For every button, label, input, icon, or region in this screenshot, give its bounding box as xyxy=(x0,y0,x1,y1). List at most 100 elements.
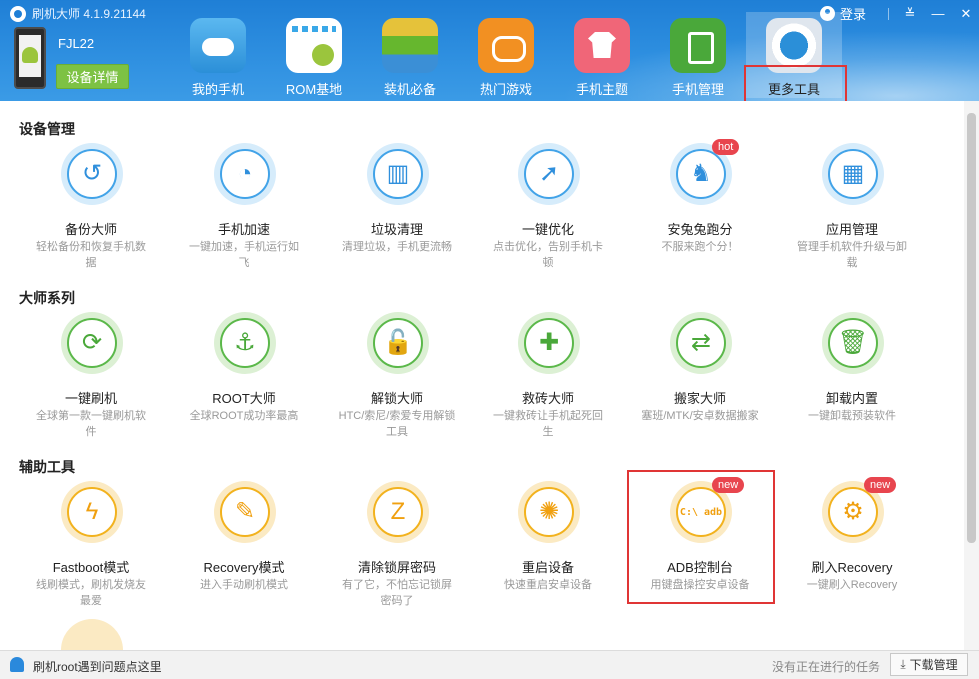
nav-hot-games[interactable]: 热门游戏 xyxy=(458,12,554,98)
tool-flash-recovery[interactable]: ⚙ new 刷入Recovery 一键刷入Recovery xyxy=(792,477,912,631)
tool-clean[interactable]: ▥ 垃圾清理 清理垃圾，手机更流畅 xyxy=(337,143,457,293)
status-bar: 刷机root遇到问题点这里 没有正在进行的任务 ⤓ 下载管理 xyxy=(0,650,979,679)
scroll-thumb[interactable] xyxy=(967,113,976,543)
nav-phone-theme[interactable]: 手机主题 xyxy=(554,12,650,98)
tool-speedup[interactable]: ◔ 手机加速 一键加速，手机运行如飞 xyxy=(184,143,304,293)
recovery-icon: ✎ xyxy=(234,498,256,525)
nav-label: 手机主题 xyxy=(575,82,628,97)
tool-optimize[interactable]: ➚ 一键优化 点击优化，告别手机卡顿 xyxy=(488,143,608,293)
section-title: 辅助工具 xyxy=(19,459,75,475)
device-panel: FJL22 设备详情 xyxy=(14,27,144,91)
app-logo-icon xyxy=(10,5,26,22)
pattern-lock-icon: Z xyxy=(390,498,406,525)
tool-name: 解锁大师 xyxy=(370,391,423,406)
tool-clear-lock-password[interactable]: Z 清除锁屏密码 有了它，不怕忘记锁屏密码了 xyxy=(337,481,457,631)
nav-essentials[interactable]: 装机必备 xyxy=(362,12,458,98)
highlight-box xyxy=(744,65,847,106)
unlock-icon: 🔓 xyxy=(383,329,413,356)
tool-name: 搬家大师 xyxy=(673,391,726,406)
tool-name: 备份大师 xyxy=(64,222,117,237)
download-icon: ⤓ xyxy=(900,657,906,671)
nav-phone-manage[interactable]: 手机管理 xyxy=(650,12,746,98)
nav-rom-base[interactable]: ROM基地 xyxy=(266,12,362,98)
rom-bag-icon xyxy=(286,18,342,73)
tool-name: 一键优化 xyxy=(521,222,574,237)
tool-fastboot[interactable]: ϟ Fastboot模式 线刷模式，刷机发烧友最爱 xyxy=(31,481,151,631)
divider xyxy=(888,7,889,20)
tool-name: 手机加速 xyxy=(217,222,270,237)
antutu-icon: ♞ xyxy=(690,160,712,187)
tool-desc: 点击优化，告别手机卡顿 xyxy=(493,241,603,269)
speedometer-icon: ◔ xyxy=(237,160,253,187)
tool-backup[interactable]: ↺ 备份大师 轻松备份和恢复手机数据 xyxy=(31,143,151,293)
tool-desc: HTC/索尼/索爱专用解锁工具 xyxy=(338,410,456,438)
tool-desc: 管理手机软件升级与卸载 xyxy=(797,241,907,269)
task-status: 没有正在进行的任务 xyxy=(772,660,881,674)
tool-recovery-mode[interactable]: ✎ Recovery模式 进入手动刷机模式 xyxy=(184,481,304,631)
tool-uninstall-builtin[interactable]: 🗑 卸载内置 一键卸载预装软件 xyxy=(792,312,912,462)
tool-one-click-flash[interactable]: ⟳ 一键刷机 全球第一款一键刷机软件 xyxy=(31,312,151,462)
window-controls: 登录 ≚ — ✕ xyxy=(819,4,973,23)
tool-desc: 快速重启安卓设备 xyxy=(504,579,592,591)
device-detail-button[interactable]: 设备详情 xyxy=(56,64,129,89)
main-nav: 我的手机 ROM基地 装机必备 热门游戏 手机主题 手机管理 更多工具 xyxy=(170,12,842,98)
backup-icon: ↺ xyxy=(81,160,103,187)
nav-my-phone[interactable]: 我的手机 xyxy=(170,12,266,98)
app-grid-icon: ▦ xyxy=(841,160,865,187)
phone-plus-icon: ✚ xyxy=(538,329,560,356)
transfer-icon: ⇄ xyxy=(690,329,712,356)
tshirt-icon xyxy=(574,18,630,73)
tool-desc: 清理垃圾，手机更流畅 xyxy=(342,241,452,253)
android-icon xyxy=(22,47,38,63)
tool-antutu[interactable]: ♞ hot 安兔兔跑分 不服来跑个分！ xyxy=(640,139,760,293)
download-manager-button[interactable]: ⤓ 下载管理 xyxy=(890,653,968,676)
tool-desc: 轻松备份和恢复手机数据 xyxy=(36,241,146,269)
login-label: 登录 xyxy=(839,7,866,22)
tool-root-master[interactable]: ⚓ ROOT大师 全球ROOT成功率最高 xyxy=(184,312,304,462)
tool-brick-rescue[interactable]: ✚ 救砖大师 一键救砖让手机起死回生 xyxy=(488,312,608,462)
tool-desc: 全球ROOT成功率最高 xyxy=(189,410,299,422)
menu-icon[interactable]: ≚ xyxy=(903,6,917,22)
vertical-scrollbar[interactable] xyxy=(964,101,979,650)
nav-label: 装机必备 xyxy=(383,82,436,97)
trash-icon: 🗑 xyxy=(837,329,869,356)
device-name: FJL22 xyxy=(58,36,95,51)
tools-content: 设备管理 ↺ 备份大师 轻松备份和恢复手机数据 ◔ 手机加速 一键加速，手机运行… xyxy=(0,101,964,650)
tool-name: 一键刷机 xyxy=(64,391,117,406)
tool-name: 应用管理 xyxy=(825,222,878,237)
gamepad-icon xyxy=(478,18,534,73)
tool-restart-device[interactable]: ✺ 重启设备 快速重启安卓设备 xyxy=(488,481,608,631)
tool-name: Fastboot模式 xyxy=(52,560,130,575)
close-icon[interactable]: ✕ xyxy=(959,6,973,22)
tool-data-transfer[interactable]: ⇄ 搬家大师 塞班/MTK/安卓数据搬家 xyxy=(640,312,760,462)
tool-name: 卸载内置 xyxy=(825,391,878,406)
help-link[interactable]: 刷机root遇到问题点这里 xyxy=(33,658,162,675)
lightning-icon: ϟ xyxy=(85,498,99,525)
phone-icon xyxy=(14,27,46,89)
nav-label: ROM基地 xyxy=(285,82,343,97)
tool-name: 刷入Recovery xyxy=(811,560,893,575)
tool-desc: 一键救砖让手机起死回生 xyxy=(493,410,603,438)
tool-name: 安兔兔跑分 xyxy=(667,222,733,237)
rocket-icon: ➚ xyxy=(538,160,560,187)
tool-desc: 有了它，不怕忘记锁屏密码了 xyxy=(342,579,452,607)
app-stack-icon xyxy=(382,18,438,73)
nav-label: 手机管理 xyxy=(671,82,724,97)
tool-desc: 一键卸载预装软件 xyxy=(808,410,896,422)
nav-label: 我的手机 xyxy=(191,82,244,97)
tool-name: 清除锁屏密码 xyxy=(357,560,436,575)
tool-app-manage[interactable]: ▦ 应用管理 管理手机软件升级与卸载 xyxy=(792,143,912,293)
tool-desc: 一键加速，手机运行如飞 xyxy=(189,241,299,269)
minimize-icon[interactable]: — xyxy=(931,6,945,21)
highlight-box xyxy=(627,470,775,604)
bell-icon xyxy=(10,657,24,672)
cloud-icon xyxy=(190,18,246,73)
tool-name: 重启设备 xyxy=(521,560,574,575)
tool-desc: 线刷模式，刷机发烧友最爱 xyxy=(36,579,146,607)
tool-unlock-master[interactable]: 🔓 解锁大师 HTC/索尼/索爱专用解锁工具 xyxy=(337,312,457,462)
tool-name: 垃圾清理 xyxy=(370,222,423,237)
flash-recovery-icon: ⚙ xyxy=(842,498,864,525)
tool-desc: 一键刷入Recovery xyxy=(806,579,898,591)
shield-phone-icon xyxy=(670,18,726,73)
anchor-icon: ⚓ xyxy=(234,329,256,356)
